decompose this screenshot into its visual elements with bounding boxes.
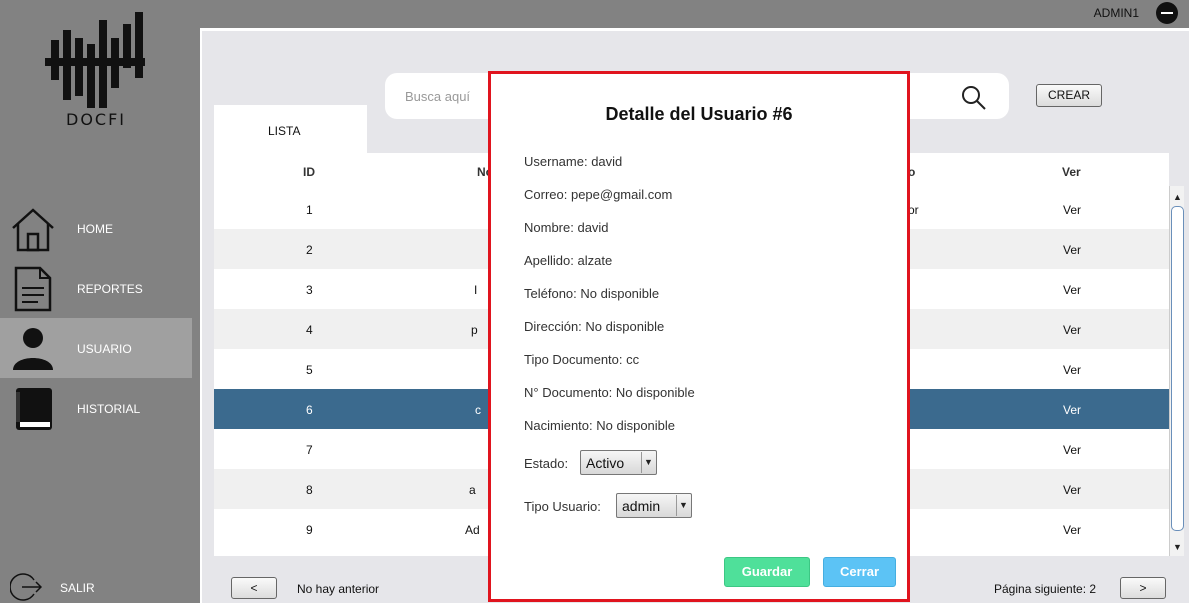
user-menu-icon[interactable]: [1156, 2, 1178, 24]
field-apellido: Apellido: alzate: [524, 253, 613, 268]
logout-button[interactable]: SALIR: [0, 570, 200, 603]
sidebar-item-label: USUARIO: [77, 342, 132, 356]
field-nombre: Nombre: david: [524, 220, 609, 235]
ver-link[interactable]: Ver: [1063, 283, 1081, 297]
field-nacimiento: Nacimiento: No disponible: [524, 418, 676, 433]
tab-lista-label: LISTA: [268, 124, 301, 138]
crear-button[interactable]: CREAR: [1036, 84, 1102, 107]
current-user-name: ADMIN1: [1093, 6, 1139, 20]
user-detail-modal: Detalle del Usuario #6 Username: david C…: [488, 71, 910, 602]
cell-name: a: [469, 483, 476, 497]
search-input[interactable]: Busca aquí: [405, 89, 470, 104]
cell-id: 4: [306, 323, 313, 337]
tab-lista[interactable]: LISTA: [214, 105, 367, 153]
cell-id: 7: [306, 443, 313, 457]
cell-id: 6: [306, 403, 313, 417]
logo-text: DOCFI: [66, 110, 127, 129]
chevron-down-icon: ▼: [641, 452, 655, 473]
ver-link[interactable]: Ver: [1063, 203, 1081, 217]
prev-page-button[interactable]: <: [231, 577, 277, 599]
ver-link[interactable]: Ver: [1063, 403, 1081, 417]
tipo-usuario-select[interactable]: admin ▼: [616, 493, 692, 518]
sidebar-item-label: REPORTES: [77, 282, 143, 296]
cell-id: 3: [306, 283, 313, 297]
logout-label: SALIR: [60, 581, 95, 595]
document-icon: [14, 266, 52, 312]
field-tipo-documento: Tipo Documento: cc: [524, 352, 640, 367]
column-header-ver[interactable]: Ver: [1062, 165, 1081, 179]
ver-link[interactable]: Ver: [1063, 523, 1081, 537]
estado-label: Estado:: [524, 456, 569, 471]
cerrar-button[interactable]: Cerrar: [823, 557, 896, 587]
estado-select-value: Activo: [586, 455, 625, 471]
home-icon: [12, 208, 54, 252]
guardar-button[interactable]: Guardar: [724, 557, 810, 587]
tipo-usuario-label: Tipo Usuario:: [524, 499, 601, 514]
sidebar-item-label: HOME: [77, 222, 113, 236]
ver-link[interactable]: Ver: [1063, 443, 1081, 457]
field-correo: Correo: pepe@gmail.com: [524, 187, 673, 202]
sidebar-item-usuario[interactable]: USUARIO: [0, 318, 192, 378]
cell-name: I: [474, 283, 478, 297]
cell-id: 2: [306, 243, 313, 257]
next-page-button[interactable]: >: [1120, 577, 1166, 599]
sidebar-item-reportes[interactable]: REPORTES: [0, 258, 192, 318]
scroll-down-arrow-icon[interactable]: ▼: [1171, 540, 1184, 554]
prev-page-status: No hay anterior: [297, 582, 380, 596]
logout-icon: [10, 573, 42, 601]
cell-id: 9: [306, 523, 313, 537]
cell-id: 5: [306, 363, 313, 377]
cell-name: Ad: [465, 523, 480, 537]
chevron-down-icon: ▼: [676, 495, 690, 516]
ver-link[interactable]: Ver: [1063, 243, 1081, 257]
ver-link[interactable]: Ver: [1063, 483, 1081, 497]
cell-name: p: [471, 323, 478, 337]
scroll-thumb[interactable]: [1171, 206, 1184, 531]
modal-title: Detalle del Usuario #6: [605, 104, 793, 124]
field-username: Username: david: [524, 154, 623, 169]
book-icon: [16, 388, 52, 430]
cell-name: c: [475, 403, 481, 417]
field-direccion: Dirección: No disponible: [524, 319, 665, 334]
table-scrollbar[interactable]: ▲ ▼: [1169, 186, 1184, 556]
sidebar-item-label: HISTORIAL: [77, 402, 141, 416]
sidebar-item-historial[interactable]: HISTORIAL: [0, 378, 192, 438]
estado-select[interactable]: Activo ▼: [580, 450, 657, 475]
sidebar: DOCFI HOME REPORTES USUARIO HISTORIAL SA…: [0, 0, 200, 603]
ver-link[interactable]: Ver: [1063, 323, 1081, 337]
cell-id: 8: [306, 483, 313, 497]
next-page-status: Página siguiente: 2: [994, 582, 1097, 596]
cell-id: 1: [306, 203, 313, 217]
ver-link[interactable]: Ver: [1063, 363, 1081, 377]
column-header-id[interactable]: ID: [303, 165, 315, 179]
scroll-up-arrow-icon[interactable]: ▲: [1171, 190, 1184, 204]
user-icon: [13, 328, 53, 370]
search-icon[interactable]: [961, 85, 987, 111]
field-numero-documento: N° Documento: No disponible: [524, 385, 695, 400]
field-telefono: Teléfono: No disponible: [524, 286, 660, 301]
tipo-usuario-select-value: admin: [622, 498, 661, 514]
sidebar-item-home[interactable]: HOME: [0, 198, 192, 258]
